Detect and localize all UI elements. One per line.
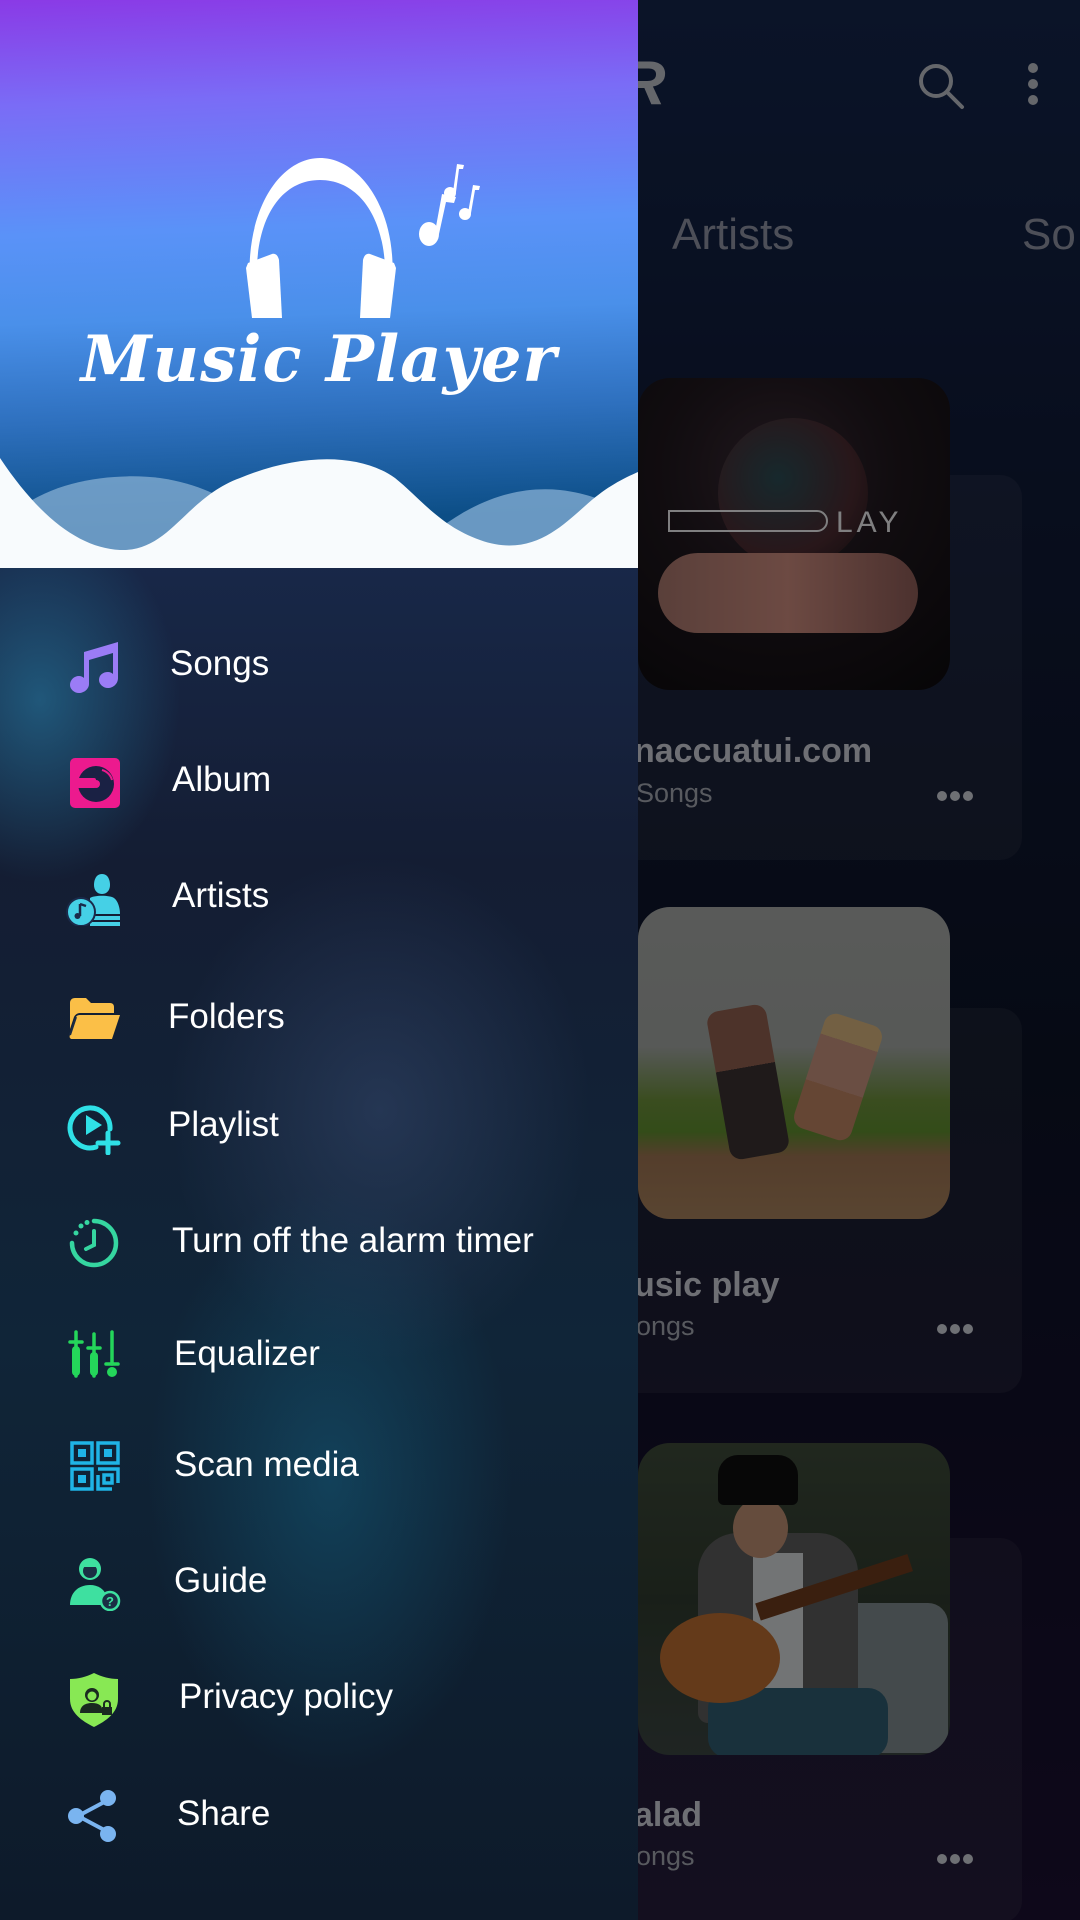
menu-item-privacy-policy[interactable]: Privacy policy [0, 1653, 638, 1743]
scan-icon [70, 1441, 120, 1491]
menu-item-label: Artists [172, 876, 270, 915]
menu-item-guide[interactable]: ? Guide [0, 1537, 638, 1627]
menu-item-folders[interactable]: Folders [0, 973, 638, 1063]
drawer-header: Music Player [0, 0, 638, 568]
menu-item-label: Equalizer [174, 1334, 320, 1373]
menu-item-label: Turn off the alarm timer [172, 1221, 534, 1260]
menu-item-label: Playlist [168, 1105, 279, 1144]
privacy-shield-icon [70, 1673, 118, 1727]
folder-icon [69, 998, 120, 1039]
equalizer-icon [68, 1330, 120, 1378]
menu-item-label: Scan media [174, 1445, 359, 1484]
wave-decoration [0, 458, 638, 568]
menu-item-songs[interactable]: Songs [0, 620, 638, 710]
menu-item-playlist[interactable]: Playlist [0, 1081, 638, 1171]
menu-item-label: Songs [170, 644, 270, 683]
menu-item-album[interactable]: Album [0, 736, 638, 826]
timer-icon [69, 1218, 119, 1268]
menu-item-label: Album [172, 760, 272, 799]
album-icon [70, 758, 120, 808]
menu-item-label: Guide [174, 1561, 268, 1600]
menu-item-label: Privacy policy [179, 1677, 393, 1716]
menu-item-scan-media[interactable]: Scan media [0, 1421, 638, 1511]
navigation-drawer: Music Player Songs Album Artists Folders… [0, 0, 638, 1920]
drawer-app-title: Music Player [80, 322, 558, 397]
headphones-logo-icon [246, 158, 480, 318]
guide-icon: ? [70, 1558, 121, 1611]
playlist-add-icon [67, 1105, 121, 1155]
music-note-icon [70, 642, 118, 693]
menu-item-label: Folders [168, 997, 285, 1036]
artist-icon [66, 874, 120, 926]
share-icon [68, 1790, 116, 1842]
menu-item-label: Share [177, 1794, 271, 1833]
svg-text:?: ? [106, 1594, 114, 1609]
menu-item-artists[interactable]: Artists [0, 852, 638, 942]
menu-item-alarm-timer[interactable]: Turn off the alarm timer [0, 1197, 638, 1287]
menu-item-share[interactable]: Share [0, 1770, 638, 1860]
menu-item-equalizer[interactable]: Equalizer [0, 1310, 638, 1400]
